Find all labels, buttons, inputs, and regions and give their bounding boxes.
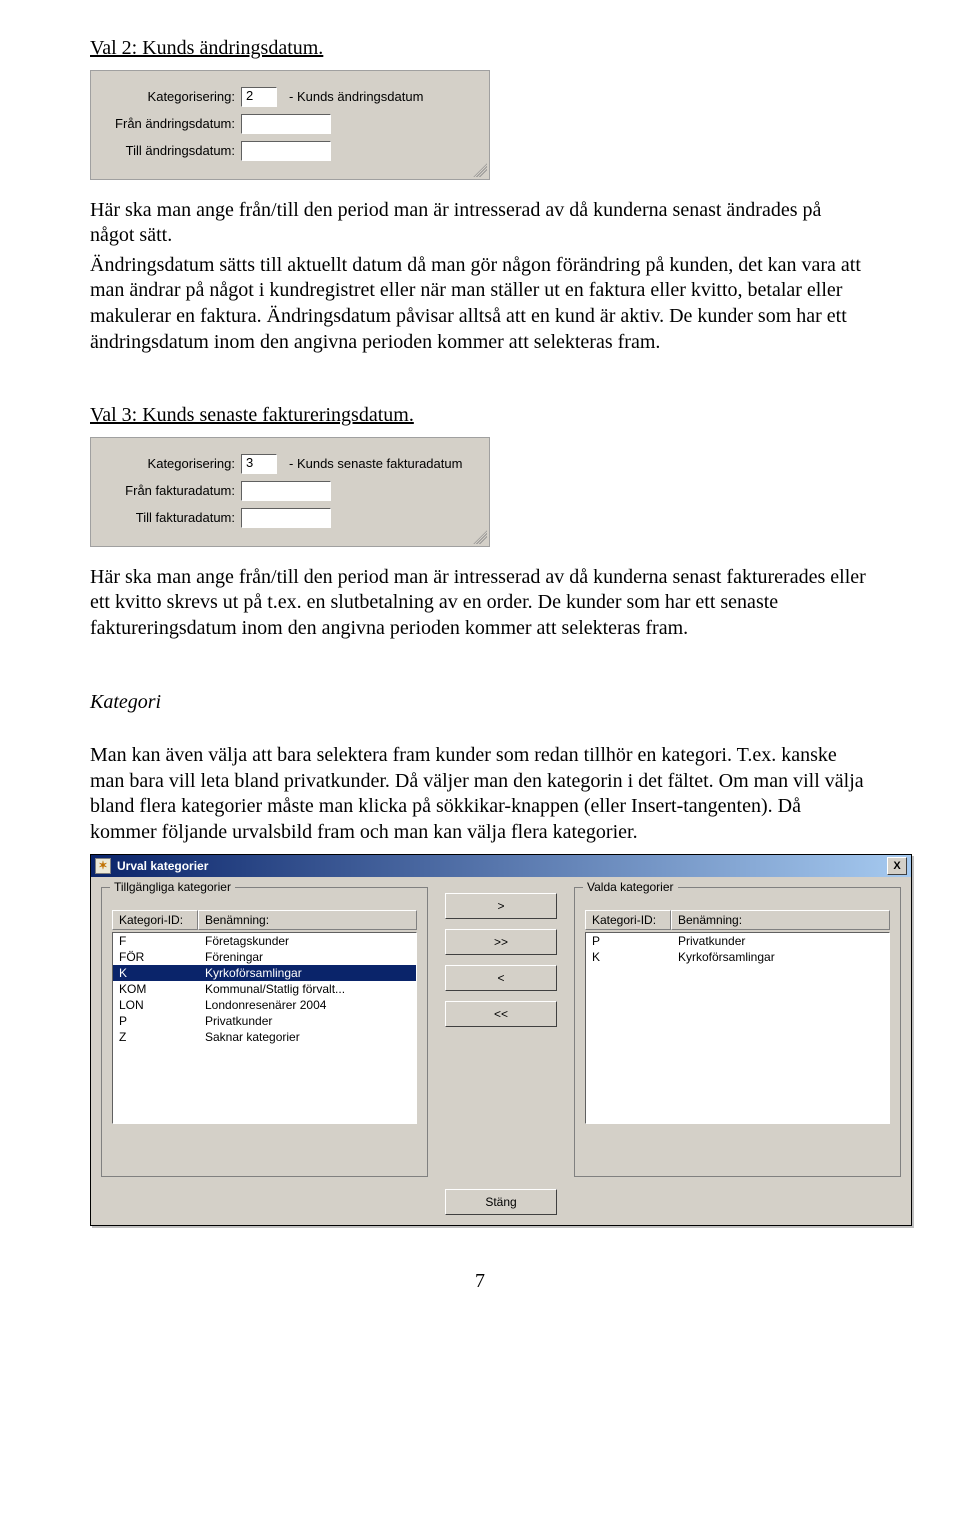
resize-grip-icon — [473, 530, 487, 544]
list-item[interactable]: FÖRFöreningar — [113, 949, 416, 965]
list-item-name: Londonresenärer 2004 — [199, 998, 416, 1012]
input-from-andring[interactable] — [241, 114, 331, 134]
list-item-name: Privatkunder — [672, 934, 889, 948]
listbox-selected[interactable]: PPrivatkunderKKyrkoförsamlingar — [585, 932, 890, 1124]
remove-all-button[interactable]: << — [445, 1001, 557, 1027]
list-item-id: K — [113, 966, 199, 980]
list-item-name: Kommunal/Statlig förvalt... — [199, 982, 416, 996]
remove-button[interactable]: < — [445, 965, 557, 991]
list-item-id: FÖR — [113, 950, 199, 964]
list-item-id: P — [586, 934, 672, 948]
list-item-id: F — [113, 934, 199, 948]
list-item-id: P — [113, 1014, 199, 1028]
list-item-id: LON — [113, 998, 199, 1012]
heading-kategori: Kategori — [90, 690, 870, 716]
dialog-title: Urval kategorier — [117, 859, 208, 873]
input-from-faktura[interactable] — [241, 481, 331, 501]
list-item[interactable]: KKyrkoförsamlingar — [586, 949, 889, 965]
close-icon[interactable]: X — [887, 857, 907, 875]
resize-grip-icon — [473, 163, 487, 177]
list-item[interactable]: ZSaknar kategorier — [113, 1029, 416, 1045]
group-available-label: Tillgängliga kategorier — [110, 880, 235, 894]
list-item-name: Kyrkoförsamlingar — [672, 950, 889, 964]
heading-val3: Val 3: Kunds senaste faktureringsdatum. — [90, 403, 870, 429]
label-from-faktura: Från fakturadatum: — [105, 483, 241, 498]
para-val2-intro: Här ska man ange från/till den period ma… — [90, 198, 870, 249]
heading-val2: Val 2: Kunds ändringsdatum. — [90, 36, 870, 62]
col-header-name-2[interactable]: Benämning: — [671, 910, 890, 930]
transfer-buttons: > >> < << — [436, 887, 566, 1177]
label-to-andring: Till ändringsdatum: — [105, 143, 241, 158]
input-to-faktura[interactable] — [241, 508, 331, 528]
list-item[interactable]: PPrivatkunder — [113, 1013, 416, 1029]
col-header-id[interactable]: Kategori-ID: — [112, 910, 198, 930]
list-item-id: Z — [113, 1030, 199, 1044]
panel-fakturadatum: Kategorisering: 3 - Kunds senaste faktur… — [90, 437, 490, 547]
list-item-name: Föreningar — [199, 950, 416, 964]
list-item[interactable]: FFöretagskunder — [113, 933, 416, 949]
col-header-name[interactable]: Benämning: — [198, 910, 417, 930]
dialog-urval-kategorier: ✶ Urval kategorier X Tillgängliga katego… — [90, 854, 912, 1226]
input-to-andring[interactable] — [241, 141, 331, 161]
listbox-available[interactable]: FFöretagskunderFÖRFöreningarKKyrkoförsam… — [112, 932, 417, 1124]
group-selected: Valda kategorier Kategori-ID: Benämning:… — [574, 887, 901, 1177]
list-item[interactable]: LONLondonresenärer 2004 — [113, 997, 416, 1013]
app-icon: ✶ — [95, 858, 111, 874]
list-item-name: Kyrkoförsamlingar — [199, 966, 416, 980]
para-kategori: Man kan även välja att bara selektera fr… — [90, 743, 870, 845]
text-kategorisering-desc: - Kunds ändringsdatum — [289, 89, 423, 104]
input-kategorisering[interactable]: 2 — [241, 87, 277, 107]
input-kategorisering-2[interactable]: 3 — [241, 454, 277, 474]
label-kategorisering: Kategorisering: — [105, 89, 241, 104]
titlebar[interactable]: ✶ Urval kategorier X — [91, 855, 911, 877]
para-val2-detail: Ändringsdatum sätts till aktuellt datum … — [90, 253, 870, 355]
page-number: 7 — [90, 1270, 870, 1293]
add-button[interactable]: > — [445, 893, 557, 919]
list-item[interactable]: KOMKommunal/Statlig förvalt... — [113, 981, 416, 997]
list-item-name: Saknar kategorier — [199, 1030, 416, 1044]
list-item-id: KOM — [113, 982, 199, 996]
add-all-button[interactable]: >> — [445, 929, 557, 955]
list-item-name: Företagskunder — [199, 934, 416, 948]
label-kategorisering-2: Kategorisering: — [105, 456, 241, 471]
list-item-name: Privatkunder — [199, 1014, 416, 1028]
group-selected-label: Valda kategorier — [583, 880, 678, 894]
close-button[interactable]: Stäng — [445, 1189, 557, 1215]
col-header-id-2[interactable]: Kategori-ID: — [585, 910, 671, 930]
list-item[interactable]: KKyrkoförsamlingar — [113, 965, 416, 981]
label-from-andring: Från ändringsdatum: — [105, 116, 241, 131]
list-item-id: K — [586, 950, 672, 964]
list-item[interactable]: PPrivatkunder — [586, 933, 889, 949]
para-val3: Här ska man ange från/till den period ma… — [90, 565, 870, 642]
panel-andringsdatum: Kategorisering: 2 - Kunds ändringsdatum … — [90, 70, 490, 180]
text-kategorisering-desc-2: - Kunds senaste fakturadatum — [289, 456, 462, 471]
group-available: Tillgängliga kategorier Kategori-ID: Ben… — [101, 887, 428, 1177]
label-to-faktura: Till fakturadatum: — [105, 510, 241, 525]
